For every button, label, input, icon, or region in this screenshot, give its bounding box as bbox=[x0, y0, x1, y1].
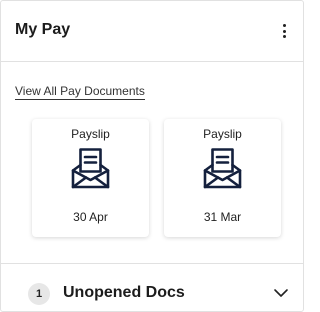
more-options-icon[interactable] bbox=[277, 21, 291, 41]
payslip-date: 30 Apr bbox=[73, 210, 108, 224]
view-all-pay-documents-link[interactable]: View All Pay Documents bbox=[15, 84, 145, 100]
payslip-label: Payslip bbox=[71, 127, 110, 141]
card-header: My Pay bbox=[1, 1, 303, 62]
payslip-label: Payslip bbox=[203, 127, 242, 141]
payslip-tile-30-apr[interactable]: Payslip 30 Apr bbox=[32, 119, 149, 237]
chevron-down-icon[interactable] bbox=[273, 286, 289, 300]
card-title: My Pay bbox=[15, 21, 71, 38]
envelope-document-icon bbox=[71, 148, 110, 189]
my-pay-card: My Pay View All Pay Documents Payslip 30… bbox=[0, 0, 304, 312]
payslip-date: 31 Mar bbox=[203, 210, 242, 224]
payslip-tile-31-mar[interactable]: Payslip 31 Mar bbox=[164, 119, 281, 237]
unopened-count-badge: 1 bbox=[28, 283, 50, 305]
envelope-document-icon bbox=[203, 148, 242, 189]
unopened-docs-toggle[interactable]: 1 Unopened Docs bbox=[1, 264, 303, 311]
unopened-docs-label: Unopened Docs bbox=[63, 284, 185, 301]
